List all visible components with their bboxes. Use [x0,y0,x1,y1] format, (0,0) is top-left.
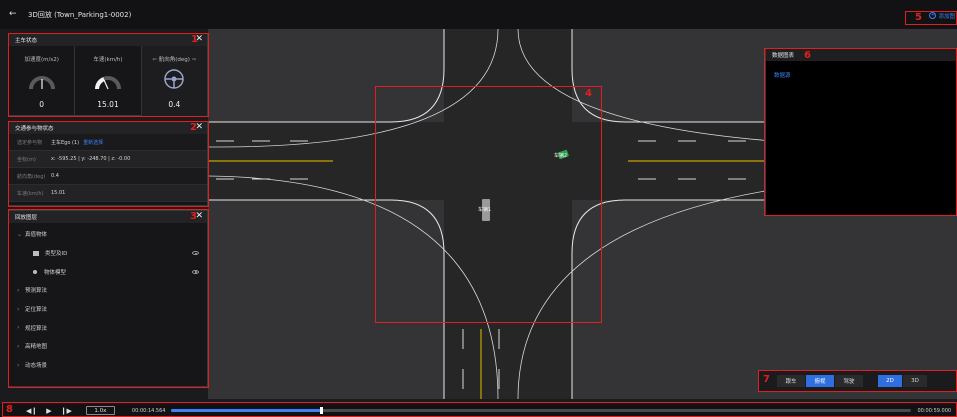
annotation-box-3 [8,209,209,388]
annotation-box-7 [758,370,957,392]
back-arrow-icon[interactable]: ← [9,10,19,19]
annotation-box-4 [375,86,602,323]
page-title: 3D回放 (Town_Parking1-0002) [28,10,132,19]
annotation-label: 8 [6,404,13,415]
annotation-box-1 [8,33,209,117]
annotation-label: 7 [763,374,770,385]
top-bar: ← 3D回放 (Town_Parking1-0002) + 添加图 [0,0,957,29]
annotation-label: 5 [915,12,922,23]
annotation-label: 6 [804,50,811,61]
annotation-label: 3 [190,211,197,222]
annotation-box-8 [2,402,957,417]
annotation-label: 4 [585,88,592,99]
annotation-label: 2 [190,122,197,133]
annotation-box-6 [764,48,957,216]
annotation-label: 1 [191,34,198,45]
annotation-box-5 [905,11,957,25]
annotation-box-2 [8,121,209,207]
